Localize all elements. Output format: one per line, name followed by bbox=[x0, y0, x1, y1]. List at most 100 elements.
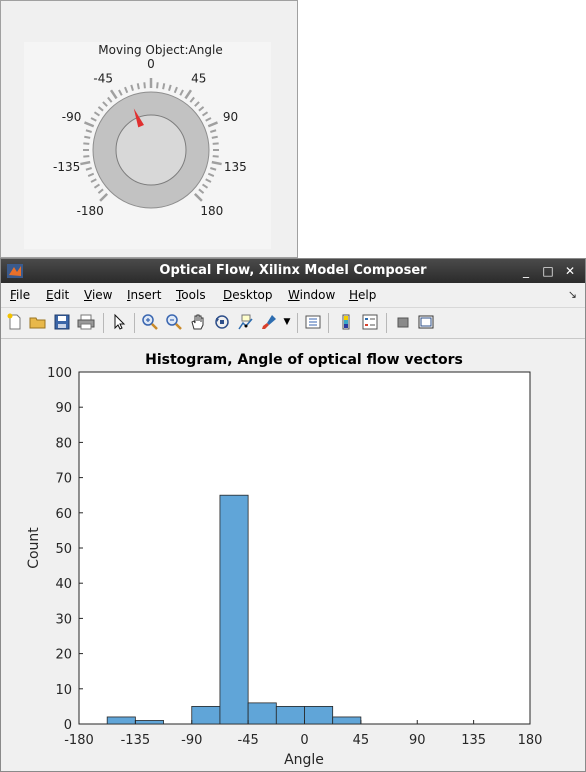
knob-tick bbox=[93, 183, 101, 189]
knob-tick bbox=[109, 89, 118, 100]
knob-tick bbox=[179, 89, 184, 96]
knob-tick bbox=[211, 135, 218, 139]
x-tick-label: -90 bbox=[181, 733, 202, 748]
knob-tick bbox=[102, 101, 108, 107]
knob-tick bbox=[97, 188, 104, 194]
knob-tick bbox=[85, 129, 92, 133]
knob-tick bbox=[184, 89, 193, 100]
x-tick-label: -180 bbox=[64, 733, 94, 748]
new-figure-icon[interactable] bbox=[6, 313, 24, 331]
knob-tick bbox=[205, 178, 212, 183]
knob-tick bbox=[118, 89, 123, 96]
knob-tick bbox=[85, 167, 92, 171]
knob-tick bbox=[90, 117, 97, 122]
knob-scale-label: -45 bbox=[93, 71, 113, 85]
toolbar-separator bbox=[134, 313, 135, 333]
insert-colorbar-icon[interactable] bbox=[337, 313, 355, 331]
title-bar[interactable]: Optical Flow, Xilinx Model Composer _ □ … bbox=[1, 259, 585, 283]
knob-gauge[interactable]: -180 -135 -90 -45 0 45 90 135 180 bbox=[0, 0, 298, 258]
y-tick-label: 60 bbox=[55, 507, 72, 522]
x-axis-label: Angle bbox=[284, 752, 324, 768]
menu-window[interactable]: Window bbox=[288, 288, 335, 302]
zoom-out-icon[interactable] bbox=[165, 313, 183, 331]
rotate-3d-icon[interactable] bbox=[213, 313, 231, 331]
knob-tick bbox=[212, 155, 219, 158]
y-tick-label: 10 bbox=[55, 683, 72, 698]
x-tick-label: 180 bbox=[518, 733, 543, 748]
pan-icon[interactable] bbox=[189, 313, 207, 331]
close-icon[interactable]: ✕ bbox=[559, 262, 581, 280]
y-tick-label: 80 bbox=[55, 436, 72, 451]
knob-tick bbox=[201, 183, 209, 189]
knob-tick bbox=[210, 167, 217, 171]
menu-edit[interactable]: Edit bbox=[46, 288, 69, 302]
knob-scale-label: 135 bbox=[224, 160, 247, 174]
knob-tick bbox=[99, 192, 109, 202]
knob-tick bbox=[207, 172, 215, 177]
link-plot-icon[interactable] bbox=[304, 313, 322, 331]
menu-file[interactable]: File bbox=[10, 288, 30, 302]
x-tick-label: 45 bbox=[353, 733, 370, 748]
chart-title: Histogram, Angle of optical flow vectors bbox=[145, 352, 463, 368]
save-icon[interactable] bbox=[53, 313, 71, 331]
data-cursor-icon[interactable] bbox=[237, 313, 255, 331]
brush-dropdown-icon[interactable]: ▼ bbox=[282, 313, 292, 331]
edit-plot-icon[interactable] bbox=[110, 313, 128, 331]
menu-bar: File Edit View Insert Tools Desktop Wind… bbox=[1, 284, 585, 306]
knob-tick bbox=[201, 111, 209, 117]
knob-tick bbox=[193, 192, 203, 202]
knob-tick bbox=[84, 135, 91, 139]
menu-view[interactable]: View bbox=[84, 288, 112, 302]
knob-tick bbox=[162, 83, 166, 90]
knob-center[interactable] bbox=[115, 114, 187, 186]
knob-tick bbox=[93, 111, 101, 117]
open-file-icon[interactable] bbox=[29, 313, 47, 331]
knob-tick bbox=[205, 117, 212, 122]
knob-tick bbox=[198, 106, 205, 112]
brush-icon[interactable] bbox=[260, 313, 278, 331]
y-tick-label: 0 bbox=[64, 718, 72, 733]
knob-scale-label: 0 bbox=[147, 57, 155, 71]
menu-help[interactable]: Help bbox=[349, 288, 376, 302]
knob-tick bbox=[107, 96, 113, 103]
toolbar-separator bbox=[386, 313, 387, 333]
toolbar-separator bbox=[297, 313, 298, 333]
dock-arrow-icon[interactable]: ↘ bbox=[568, 288, 577, 301]
y-tick-label: 50 bbox=[55, 542, 72, 557]
menu-desktop[interactable]: Desktop bbox=[223, 288, 273, 302]
toolbar: ▼ bbox=[1, 307, 585, 339]
show-plot-tools-icon[interactable] bbox=[417, 313, 435, 331]
y-tick-label: 90 bbox=[55, 401, 72, 416]
histogram-bar bbox=[332, 716, 362, 725]
x-tick-label: -135 bbox=[121, 733, 151, 748]
knob-scale-label: 90 bbox=[223, 110, 238, 124]
knob-tick bbox=[97, 106, 104, 112]
knob-tick bbox=[194, 101, 200, 107]
x-tick-label: 0 bbox=[300, 733, 308, 748]
knob-tick bbox=[130, 84, 134, 91]
y-tick-label: 30 bbox=[55, 612, 72, 627]
histogram-bar bbox=[304, 705, 334, 725]
menu-tools[interactable]: Tools bbox=[176, 288, 206, 302]
maximize-icon[interactable]: □ bbox=[537, 262, 559, 280]
knob-tick bbox=[83, 155, 90, 158]
histogram-bar bbox=[134, 720, 164, 725]
knob-tick bbox=[168, 84, 172, 91]
knob-tick bbox=[210, 129, 217, 133]
knob-scale-label: -90 bbox=[62, 110, 82, 124]
minimize-icon[interactable]: _ bbox=[515, 262, 537, 280]
print-icon[interactable] bbox=[77, 313, 95, 331]
knob-tick bbox=[124, 86, 129, 94]
x-tick-label: 135 bbox=[461, 733, 486, 748]
knob-tick bbox=[189, 96, 195, 103]
insert-legend-icon[interactable] bbox=[361, 313, 379, 331]
hide-plot-tools-icon[interactable] bbox=[394, 313, 412, 331]
zoom-in-icon[interactable] bbox=[141, 313, 159, 331]
knob-tick bbox=[212, 142, 219, 145]
knob-scale-label: -135 bbox=[53, 160, 80, 174]
knob-scale-label: 180 bbox=[200, 204, 223, 218]
histogram-bar bbox=[191, 705, 221, 725]
histogram-bar bbox=[275, 705, 305, 725]
knob-tick bbox=[173, 86, 178, 94]
menu-insert[interactable]: Insert bbox=[127, 288, 161, 302]
